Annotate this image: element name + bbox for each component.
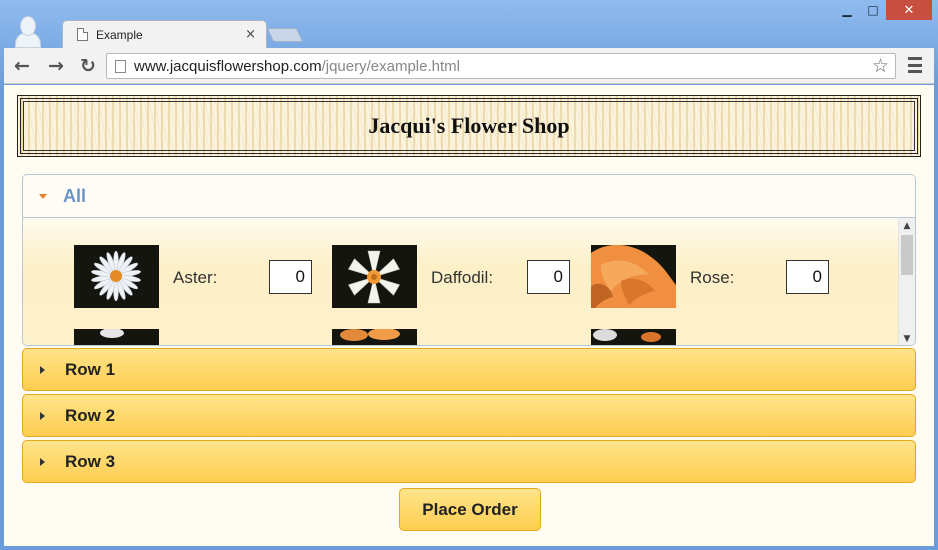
page-icon xyxy=(77,28,88,41)
flower-label-aster: Aster: xyxy=(173,268,218,287)
daffodil-quantity-input[interactable] xyxy=(527,260,570,294)
flower-image-partial xyxy=(332,329,417,345)
tab-example[interactable]: Example × xyxy=(62,20,267,48)
daffodil-image xyxy=(332,245,417,308)
aster-quantity-input[interactable] xyxy=(269,260,312,294)
accordion-header-row-3[interactable]: Row 3 xyxy=(22,440,916,483)
scroll-up-icon[interactable]: ▲ xyxy=(899,218,915,234)
flower-label-rose: Rose: xyxy=(690,268,735,287)
accordion-header-row-2[interactable]: Row 2 xyxy=(22,394,916,437)
accordion-header-row-1[interactable]: Row 1 xyxy=(22,348,916,391)
accordion-header-label: Row 2 xyxy=(65,405,116,425)
tab-title: Example xyxy=(96,27,143,42)
maximize-button[interactable]: □ xyxy=(860,0,886,20)
rose-quantity-input[interactable] xyxy=(786,260,829,294)
flower-image-partial xyxy=(591,329,676,345)
bookmark-star-icon[interactable]: ☆ xyxy=(872,55,889,77)
new-tab-button[interactable] xyxy=(266,28,304,42)
reload-button[interactable]: ↻ xyxy=(76,54,100,78)
tab-close-icon[interactable]: × xyxy=(245,27,256,42)
url-host: www.jacquisflowershop.com xyxy=(134,57,322,75)
address-bar[interactable]: www.jacquisflowershop.com/jquery/example… xyxy=(106,53,896,79)
accordion-content-all: Aster: 0 Daffodil: 0 Rose: 0 xyxy=(23,218,898,345)
place-order-button[interactable]: Place Order xyxy=(399,488,541,531)
collapsed-triangle-icon xyxy=(40,365,45,374)
accordion-header-label: Row 1 xyxy=(65,359,116,379)
menu-icon[interactable] xyxy=(908,57,922,73)
window-controls: ▁ □ ✕ xyxy=(834,0,932,22)
back-button[interactable]: ← xyxy=(10,54,34,78)
scrollbar[interactable]: ▲ ▼ xyxy=(898,218,915,345)
page-icon xyxy=(115,59,126,73)
forward-button[interactable]: → xyxy=(44,54,68,78)
page-viewport: Jacqui's Flower Shop All Aster: 0 Daffod… xyxy=(4,85,934,546)
shop-banner: Jacqui's Flower Shop xyxy=(17,95,921,157)
user-profile-icon[interactable] xyxy=(14,14,42,48)
url-path: /jquery/example.html xyxy=(321,57,460,75)
accordion-header-label: All xyxy=(63,185,87,206)
minimize-button[interactable]: ▁ xyxy=(834,0,860,20)
close-window-button[interactable]: ✕ xyxy=(886,0,932,20)
scrollbar-thumb[interactable] xyxy=(901,235,913,275)
scroll-down-icon[interactable]: ▼ xyxy=(899,331,915,345)
flower-image-partial xyxy=(74,329,159,345)
flower-label-daffodil: Daffodil: xyxy=(431,268,494,287)
page-title: Jacqui's Flower Shop xyxy=(368,113,570,138)
expanded-triangle-icon xyxy=(39,193,47,199)
collapsed-triangle-icon xyxy=(40,457,45,466)
accordion-header-label: Row 3 xyxy=(65,451,116,471)
rose-image xyxy=(591,245,676,308)
browser-toolbar: ← → ↻ www.jacquisflowershop.com/jquery/e… xyxy=(4,48,934,84)
aster-image xyxy=(74,245,159,308)
accordion-panel-all: All Aster: 0 Daffodil: 0 Rose: 0 ▲ ▼ xyxy=(22,174,916,346)
browser-window: ▁ □ ✕ Example × ← → ↻ www.jacquisflowers… xyxy=(0,0,938,550)
accordion-header-all[interactable]: All xyxy=(23,175,915,218)
collapsed-triangle-icon xyxy=(40,411,45,420)
